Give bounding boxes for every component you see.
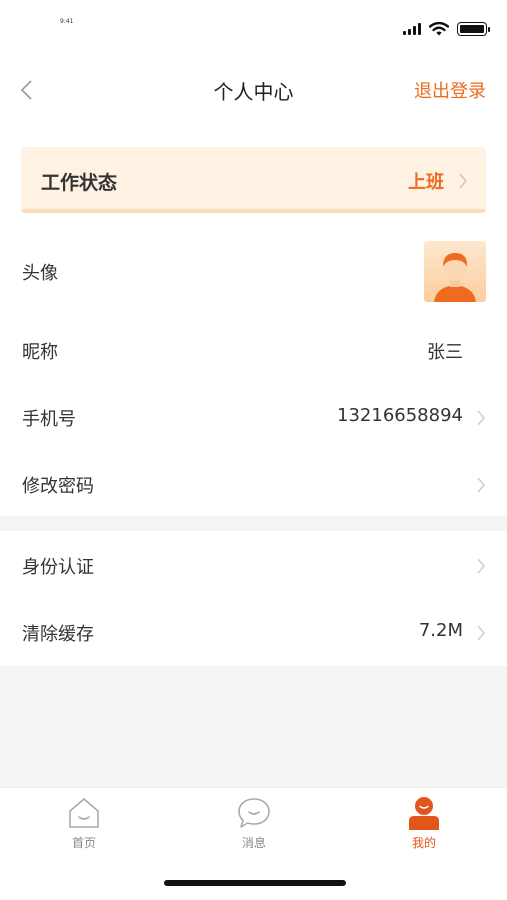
nickname-value: 张三	[427, 342, 463, 363]
home-icon	[69, 798, 99, 828]
status-bar: 9:41	[0, 0, 507, 58]
identity-verification-row[interactable]: 身份认证	[0, 533, 507, 595]
status-icons	[403, 22, 490, 36]
tab-home[interactable]: 首页	[44, 796, 124, 851]
work-status-card[interactable]: 工作状态 上班	[21, 147, 486, 213]
phone-label: 手机号	[22, 409, 76, 430]
change-password-row[interactable]: 修改密码	[0, 452, 507, 514]
avatar-person-icon	[434, 253, 476, 302]
work-status-value: 上班	[408, 172, 444, 193]
phone-row[interactable]: 手机号 13216658894	[0, 385, 507, 447]
phone-value: 13216658894	[337, 405, 463, 426]
clear-cache-row[interactable]: 清除缓存 7.2M	[0, 600, 507, 662]
chevron-right-icon	[477, 477, 485, 493]
avatar[interactable]	[424, 241, 486, 302]
work-status-label: 工作状态	[41, 172, 118, 194]
message-icon	[238, 798, 270, 828]
section-divider	[0, 516, 507, 531]
cellular-signal-icon	[403, 23, 421, 35]
tab-messages-label: 消息	[241, 836, 266, 850]
tab-messages[interactable]: 消息	[214, 796, 294, 851]
identity-verification-label: 身份认证	[22, 557, 94, 578]
change-password-label: 修改密码	[22, 476, 94, 497]
empty-area	[0, 666, 507, 787]
wifi-icon	[429, 22, 449, 36]
nav-bar: 个人中心 退出登录	[0, 58, 507, 122]
avatar-label: 头像	[22, 263, 58, 284]
clear-cache-label: 清除缓存	[22, 624, 94, 645]
chevron-right-icon	[459, 173, 467, 189]
logout-button[interactable]: 退出登录	[414, 77, 486, 103]
tab-home-label: 首页	[71, 836, 96, 850]
chevron-right-icon	[477, 558, 485, 574]
chevron-right-icon	[477, 625, 485, 641]
status-time: 9:41	[60, 18, 74, 25]
nickname-label: 昵称	[22, 342, 58, 363]
profile-icon	[409, 797, 439, 830]
home-indicator	[164, 880, 346, 886]
tab-me-label: 我的	[411, 836, 436, 850]
chevron-right-icon	[477, 410, 485, 426]
cache-size-value: 7.2M	[418, 620, 463, 641]
battery-icon	[457, 22, 490, 36]
tab-me[interactable]: 我的	[384, 796, 464, 851]
nickname-row[interactable]: 昵称 张三	[0, 318, 507, 380]
